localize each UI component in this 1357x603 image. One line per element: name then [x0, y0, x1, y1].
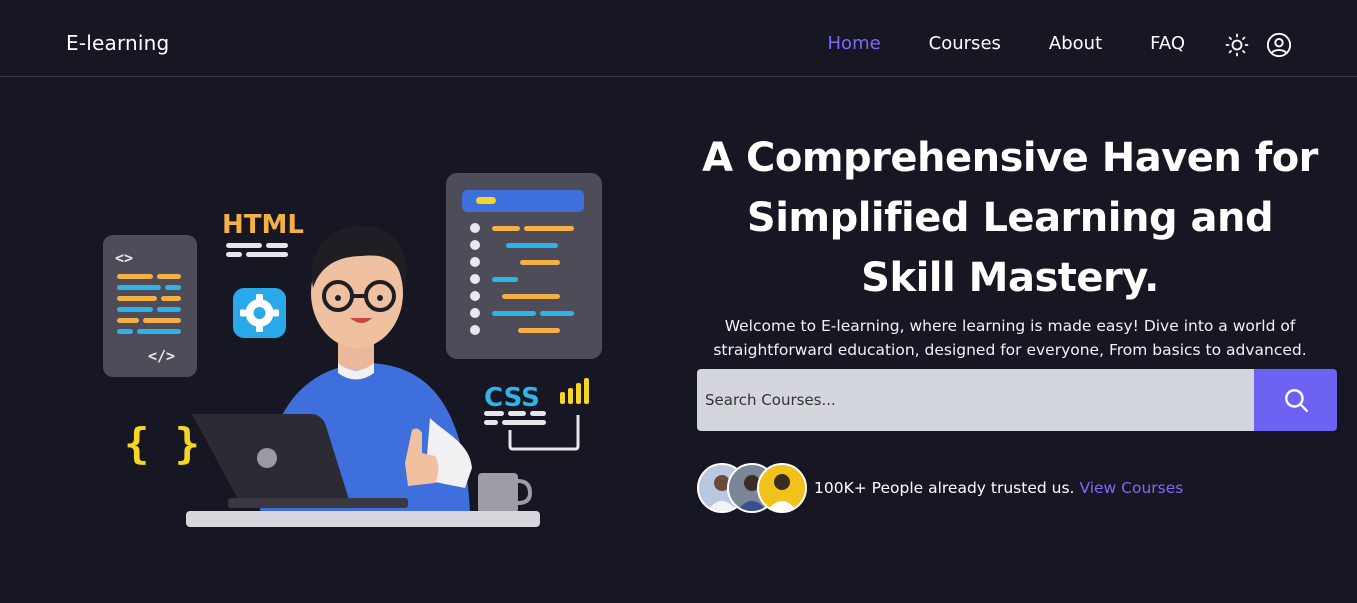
sun-icon [1225, 33, 1249, 57]
search-button[interactable] [1254, 369, 1337, 431]
html-label: HTML [222, 210, 304, 240]
view-courses-link[interactable]: View Courses [1079, 479, 1183, 497]
hero-illustration: <> </> HTML { } CSS [100, 168, 610, 538]
search-bar [697, 369, 1337, 431]
avatar [757, 463, 807, 513]
gear-icon [233, 288, 286, 338]
code-card-left: <> </> [103, 235, 197, 377]
nav-link-home[interactable]: Home [828, 33, 881, 54]
hero-title: A Comprehensive Haven for Simplified Lea… [702, 135, 1318, 301]
braces-symbol: { } [124, 419, 200, 468]
nav-link-about[interactable]: About [1049, 33, 1102, 54]
avatar-group [697, 463, 809, 513]
trust-row: 100K+ People already trusted us. View Co… [697, 463, 1183, 513]
desk [186, 511, 540, 527]
developer-illustration: <> </> HTML { } CSS [103, 173, 602, 527]
theme-toggle-button[interactable] [1224, 32, 1250, 58]
signal-bars-icon [560, 378, 589, 404]
search-icon [1284, 389, 1308, 413]
code-tag-open-text: <> [115, 249, 133, 267]
nav-link-faq[interactable]: FAQ [1150, 33, 1185, 54]
navbar: E-learning Home Courses About FAQ [0, 0, 1357, 77]
hero-subtitle: Welcome to E-learning, where learning is… [713, 317, 1307, 359]
profile-button[interactable] [1266, 32, 1292, 58]
mug [478, 473, 533, 513]
code-tag-close-text: </> [148, 347, 175, 365]
trust-text: 100K+ People already trusted us. [814, 479, 1075, 497]
user-circle-icon [1266, 32, 1292, 58]
list-card-right [446, 173, 602, 359]
nav-links: Home Courses About FAQ [828, 33, 1185, 54]
css-label: CSS [484, 383, 540, 413]
brand-logo[interactable]: E-learning [66, 31, 169, 55]
nav-link-courses[interactable]: Courses [929, 33, 1001, 54]
search-input[interactable] [697, 369, 1254, 431]
